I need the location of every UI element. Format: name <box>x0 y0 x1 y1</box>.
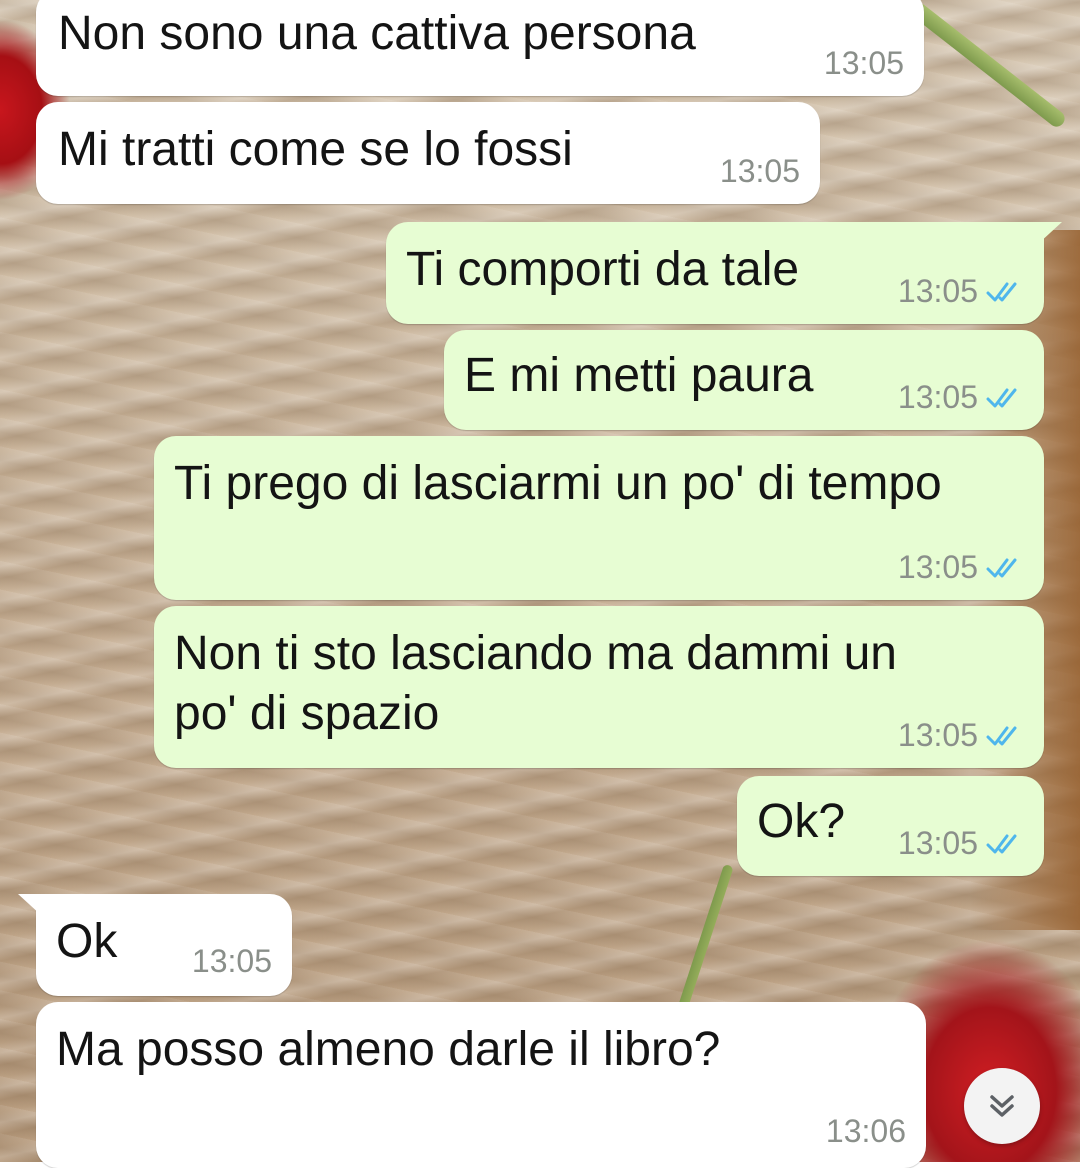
message-text: Ma posso almeno darle il libro? <box>56 1023 721 1076</box>
scroll-to-bottom-button[interactable] <box>964 1068 1040 1144</box>
message-bubble-incoming[interactable]: Non sono una cattiva persona 13:05 <box>36 0 924 96</box>
double-check-icon <box>986 558 1017 577</box>
message-text: Non ti sto lasciando ma dammi un po' di … <box>174 627 897 740</box>
message-time: 13:05 <box>897 273 978 309</box>
message-text: E mi metti paura <box>464 349 814 402</box>
message-bubble-incoming[interactable]: Ok 13:05 <box>18 894 292 996</box>
message-meta: 13:05 <box>898 717 1024 754</box>
message-time: 13:05 <box>823 45 904 81</box>
message-text: Mi tratti come se lo fossi <box>58 123 573 176</box>
message-time: 13:05 <box>897 825 978 861</box>
message-time: 13:06 <box>825 1113 906 1149</box>
message-meta: 13:05 <box>192 943 272 980</box>
message-time: 13:05 <box>719 153 800 189</box>
message-bubble-outgoing[interactable]: Non ti sto lasciando ma dammi un po' di … <box>154 606 1044 768</box>
message-meta: 13:05 <box>720 153 800 190</box>
message-bubble-outgoing[interactable]: E mi metti paura 13:05 <box>444 330 1044 430</box>
message-bubble-outgoing[interactable]: Ti prego di lasciarmi un po' di tempo 13… <box>154 436 1044 600</box>
message-meta: 13:05 <box>898 825 1024 862</box>
message-text: Ti comporti da tale <box>406 243 800 296</box>
message-time: 13:05 <box>897 717 978 753</box>
message-meta: 13:06 <box>826 1113 906 1150</box>
message-meta: 13:05 <box>898 549 1024 586</box>
message-meta: 13:05 <box>898 379 1024 416</box>
message-text: Ok <box>56 915 118 968</box>
message-meta: 13:05 <box>898 273 1024 310</box>
message-text: Ti prego di lasciarmi un po' di tempo <box>174 457 942 510</box>
message-bubble-incoming[interactable]: Ma posso almeno darle il libro? 13:06 <box>36 1002 926 1168</box>
message-list[interactable]: Non sono una cattiva persona 13:05 Mi tr… <box>0 0 1080 1168</box>
message-time: 13:05 <box>897 549 978 585</box>
message-meta: 13:05 <box>824 45 904 82</box>
message-bubble-incoming[interactable]: Mi tratti come se lo fossi 13:05 <box>36 102 820 204</box>
message-text: Non sono una cattiva persona <box>58 7 696 60</box>
chevron-double-down-icon <box>990 1095 1014 1117</box>
double-check-icon <box>986 726 1017 745</box>
double-check-icon <box>986 282 1017 301</box>
message-time: 13:05 <box>191 943 272 979</box>
message-bubble-outgoing[interactable]: Ti comporti da tale 13:05 <box>386 222 1062 324</box>
message-text: Ok? <box>757 795 846 848</box>
message-bubble-outgoing[interactable]: Ok? 13:05 <box>737 776 1044 876</box>
double-check-icon <box>986 834 1017 853</box>
double-check-icon <box>986 388 1017 407</box>
message-time: 13:05 <box>897 379 978 415</box>
